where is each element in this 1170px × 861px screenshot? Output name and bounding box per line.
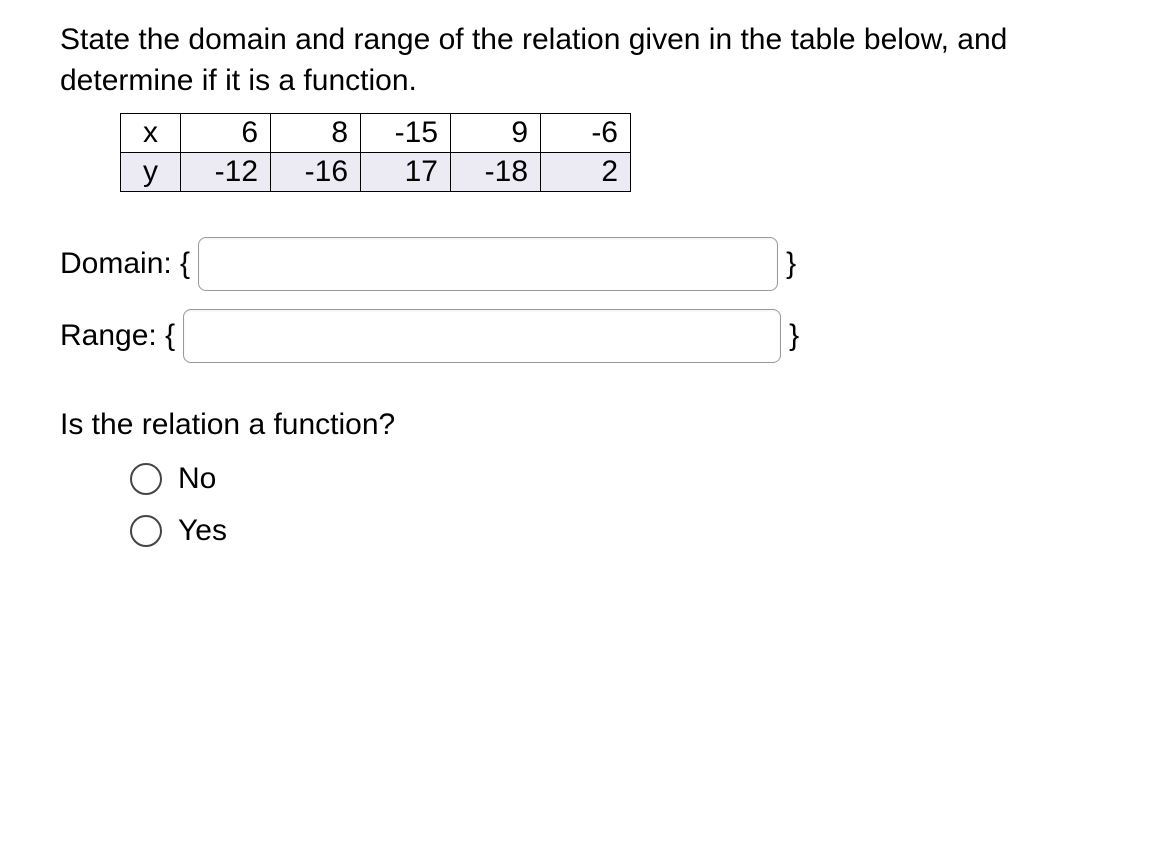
range-row: Range: { } <box>60 309 1110 363</box>
y-value: -16 <box>271 153 361 192</box>
x-label: x <box>121 114 181 153</box>
range-input[interactable] <box>183 309 781 363</box>
radio-circle-icon <box>130 515 162 547</box>
y-value: 2 <box>541 153 631 192</box>
radio-label-yes: Yes <box>178 514 227 548</box>
range-label: Range: { <box>60 319 175 353</box>
radio-circle-icon <box>130 463 162 495</box>
function-question: Is the relation a function? <box>60 408 1110 442</box>
domain-row: Domain: { } <box>60 237 1110 291</box>
y-value: -12 <box>181 153 271 192</box>
table-row: y -12 -16 17 -18 2 <box>121 153 631 192</box>
domain-close-brace: } <box>786 247 796 281</box>
x-value: -15 <box>361 114 451 153</box>
x-value: -6 <box>541 114 631 153</box>
radio-group: No Yes <box>130 462 1110 548</box>
domain-input[interactable] <box>198 237 778 291</box>
radio-option-yes[interactable]: Yes <box>130 514 1110 548</box>
x-value: 6 <box>181 114 271 153</box>
domain-label: Domain: { <box>60 247 190 281</box>
y-value: -18 <box>451 153 541 192</box>
table-row: x 6 8 -15 9 -6 <box>121 114 631 153</box>
x-value: 9 <box>451 114 541 153</box>
x-value: 8 <box>271 114 361 153</box>
y-value: 17 <box>361 153 451 192</box>
radio-label-no: No <box>178 462 216 496</box>
radio-option-no[interactable]: No <box>130 462 1110 496</box>
range-close-brace: } <box>789 319 799 353</box>
relation-table: x 6 8 -15 9 -6 y -12 -16 17 -18 2 <box>120 113 1110 192</box>
y-label: y <box>121 153 181 192</box>
question-prompt: State the domain and range of the relati… <box>60 20 1110 101</box>
